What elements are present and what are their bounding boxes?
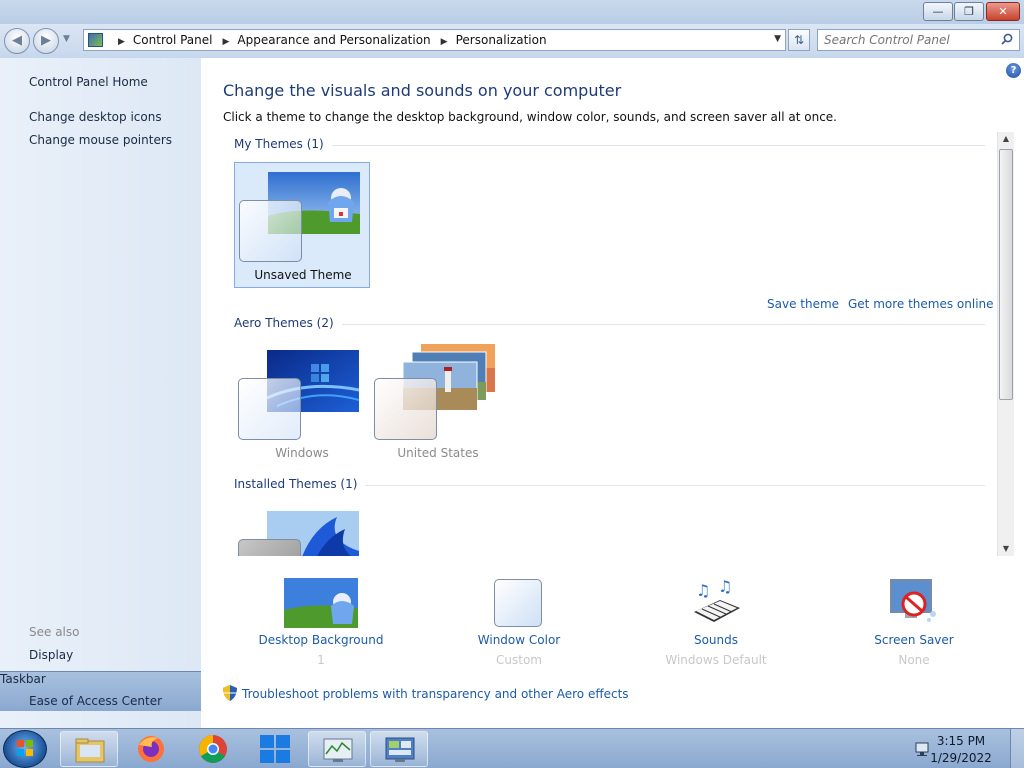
firefox-icon [138, 736, 164, 762]
theme-color-swatch [238, 539, 301, 556]
windows-logo-icon [17, 740, 33, 756]
window-color-setting[interactable]: Window Color Custom [439, 576, 599, 671]
window-color-value: Custom [496, 653, 542, 667]
address-dropdown-icon[interactable]: ▼ [774, 34, 781, 44]
clock-time[interactable]: 3:15 PM [926, 734, 996, 748]
group-divider [234, 324, 985, 325]
page-title: Change the visuals and sounds on your co… [223, 81, 622, 100]
search-box[interactable] [817, 29, 1020, 51]
taskbar-chrome[interactable] [184, 731, 242, 767]
desktop-background-setting[interactable]: Desktop Background 1 [241, 576, 401, 671]
see-also-heading: See also [29, 625, 80, 639]
theme-installed[interactable] [234, 502, 370, 556]
scroll-thumb[interactable] [999, 149, 1013, 400]
breadcrumb-separator-icon[interactable]: ▶ [441, 37, 448, 47]
breadcrumb-appearance[interactable]: Appearance and Personalization [237, 33, 430, 47]
breadcrumb: ▶ Control Panel ▶ Appearance and Personaliz… [108, 33, 547, 47]
windows-11-icon [260, 735, 290, 763]
theme-label: United States [397, 446, 479, 460]
desktop-background-icon [284, 578, 358, 628]
file-explorer-icon [75, 738, 105, 763]
troubleshoot-transparency-link[interactable]: Troubleshoot problems with transparency … [242, 687, 629, 701]
recent-pages-chevron-icon[interactable]: ▼ [63, 34, 70, 44]
restore-button[interactable]: ❐ [954, 2, 984, 21]
performance-monitor-icon [323, 738, 353, 762]
change-mouse-pointers-link[interactable]: Change mouse pointers [29, 133, 172, 147]
troubleshoot-row: Troubleshoot problems with transparency … [223, 685, 629, 701]
ease-of-access-link[interactable]: Ease of Access Center [29, 694, 162, 708]
change-desktop-icons-link[interactable]: Change desktop icons [29, 110, 162, 124]
svg-text:♫: ♫ [696, 581, 710, 600]
desktop-background-label[interactable]: Desktop Background [241, 633, 401, 647]
navigation-bar: ◀ ▶ ▼ ▶ Control Panel ▶ Appearance and Pers… [0, 24, 1024, 58]
page-subtitle: Click a theme to change the desktop back… [223, 110, 837, 124]
breadcrumb-separator-icon[interactable]: ▶ [223, 37, 230, 47]
theme-unsaved[interactable]: Unsaved Theme [234, 162, 370, 288]
theme-color-swatch [239, 200, 302, 262]
taskbar-windows-11[interactable] [246, 731, 304, 767]
theme-label: Unsaved Theme [254, 268, 352, 282]
search-input[interactable] [824, 32, 994, 48]
installed-themes-heading: Installed Themes (1) [234, 477, 366, 491]
theme-united-states[interactable]: United States [370, 341, 506, 467]
window-color-icon [494, 579, 542, 627]
taskbar-control-panel[interactable] [370, 731, 428, 767]
screen-saver-value: None [898, 653, 930, 667]
breadcrumb-personalization[interactable]: Personalization [456, 33, 547, 47]
control-panel-icon [88, 33, 103, 47]
theme-list-scrollbar[interactable]: ▲ ▼ [997, 132, 1014, 556]
sounds-icon: ♫ ♫ [694, 578, 740, 622]
sounds-value: Windows Default [665, 653, 767, 667]
screen-saver-label[interactable]: Screen Saver [834, 633, 994, 647]
main-content: ? Change the visuals and sounds on your … [201, 58, 1024, 728]
refresh-button[interactable]: ⇅ [788, 29, 810, 51]
taskbar-file-explorer[interactable] [60, 731, 118, 767]
my-themes-heading: My Themes (1) [234, 137, 332, 151]
system-tray: 3:15 PM 1/29/2022 [906, 729, 1024, 768]
breadcrumb-control-panel[interactable]: Control Panel [133, 33, 213, 47]
window-color-label[interactable]: Window Color [439, 633, 599, 647]
search-icon[interactable] [1001, 33, 1013, 45]
close-button[interactable]: ✕ [986, 2, 1020, 21]
show-desktop-button[interactable] [1010, 729, 1024, 768]
screen-saver-icon [890, 579, 936, 622]
help-icon[interactable]: ? [1006, 63, 1021, 78]
get-more-themes-link[interactable]: Get more themes online [848, 297, 994, 311]
control-panel-icon [385, 737, 415, 762]
theme-windows[interactable]: Windows [234, 341, 370, 467]
title-bar: — ❐ ✕ [0, 0, 1024, 24]
aero-themes-heading: Aero Themes (2) [234, 316, 342, 330]
scroll-up-arrow-icon[interactable]: ▲ [998, 132, 1014, 146]
theme-color-swatch [238, 378, 301, 440]
address-bar[interactable]: ▶ Control Panel ▶ Appearance and Personaliz… [83, 29, 786, 51]
control-panel-home-link[interactable]: Control Panel Home [29, 75, 148, 89]
task-pane: Control Panel Home Change desktop icons … [0, 58, 1024, 728]
sounds-label[interactable]: Sounds [636, 633, 796, 647]
theme-color-swatch [374, 378, 437, 440]
scroll-down-arrow-icon[interactable]: ▼ [998, 542, 1014, 556]
save-theme-link[interactable]: Save theme [767, 297, 839, 311]
back-button[interactable]: ◀ [4, 28, 30, 54]
screen-saver-setting[interactable]: Screen Saver None [834, 576, 994, 671]
group-divider [234, 145, 985, 146]
theme-label: Windows [275, 446, 329, 460]
taskbar-performance-monitor[interactable] [308, 731, 366, 767]
taskbar-firefox[interactable] [122, 731, 180, 767]
desktop-background-value: 1 [317, 653, 325, 667]
svg-text:♫: ♫ [718, 578, 732, 596]
forward-button[interactable]: ▶ [33, 28, 59, 54]
sounds-setting[interactable]: ♫ ♫ Sounds Windows Default [636, 576, 796, 671]
clock-date[interactable]: 1/29/2022 [926, 751, 996, 765]
uac-shield-icon [223, 685, 237, 701]
display-link[interactable]: Display [29, 648, 73, 662]
minimize-button[interactable]: — [923, 2, 953, 21]
chrome-icon [199, 735, 227, 763]
taskbar: 3:15 PM 1/29/2022 [0, 728, 1024, 768]
start-button[interactable] [3, 730, 47, 768]
theme-list: My Themes (1) Unsaved Theme Save theme G… [223, 132, 1001, 556]
breadcrumb-separator-icon[interactable]: ▶ [118, 37, 125, 47]
